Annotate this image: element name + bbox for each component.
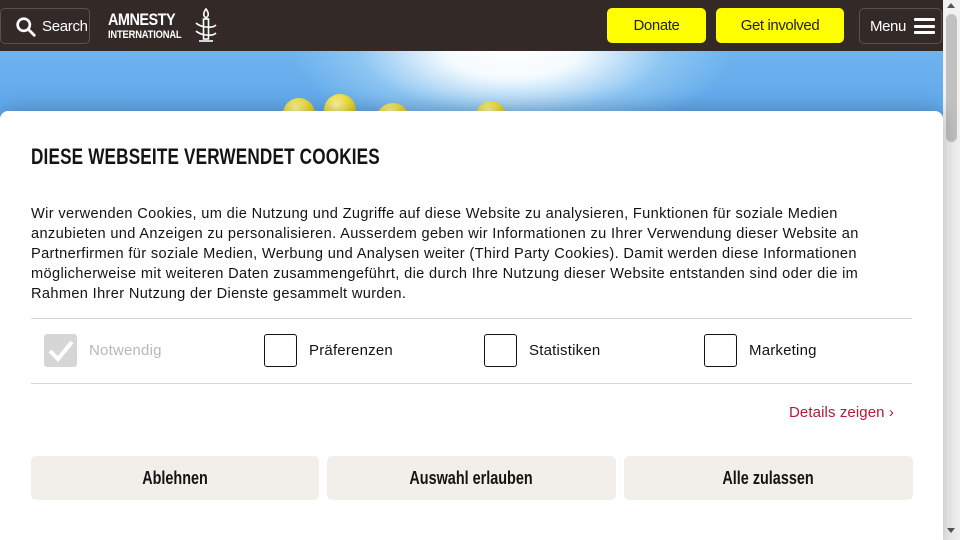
details-label: Details zeigen [789,404,885,421]
option-label: Statistiken [529,342,601,359]
candle-icon [195,7,217,42]
checkbox-statistics[interactable] [484,334,517,367]
reject-button[interactable]: Ablehnen [31,456,319,500]
dialog-title: DIESE WEBSEITE VERWENDET COOKIES [31,144,380,169]
checkbox-preferences[interactable] [264,334,297,367]
search-icon [16,16,36,37]
cookie-consent-dialog: DIESE WEBSEITE VERWENDET COOKIES Wir ver… [0,111,943,540]
logo-text-line2: INTERNATIONAL [108,29,182,41]
option-marketing[interactable]: Marketing [704,334,817,367]
option-necessary[interactable]: Notwendig [44,334,162,367]
site-header: Search AMNESTY INTERNATIONAL Donate Get … [0,0,943,51]
search-label: Search [42,17,88,35]
donate-button[interactable]: Donate [607,8,706,43]
menu-button[interactable]: Menu [859,8,942,44]
show-details-link[interactable]: Details zeigen › [789,404,894,421]
scroll-up-arrow-icon[interactable] [947,3,955,8]
allow-selection-button-label: Auswahl erlauben [409,467,534,488]
hamburger-icon [913,18,935,34]
amnesty-logo[interactable]: AMNESTY INTERNATIONAL [108,7,220,44]
divider [31,383,912,384]
search-button[interactable]: Search [0,8,90,44]
scroll-thumb[interactable] [946,14,957,142]
option-label: Notwendig [89,342,162,359]
option-preferences[interactable]: Präferenzen [264,334,393,367]
allow-all-button[interactable]: Alle zulassen [624,456,913,500]
logo-text-line1: AMNESTY [108,10,176,29]
divider [31,318,912,319]
get-involved-button[interactable]: Get involved [716,8,844,43]
allow-selection-button[interactable]: Auswahl erlauben [327,456,616,500]
page-scrollbar[interactable] [943,0,960,540]
checkbox-marketing[interactable] [704,334,737,367]
menu-label: Menu [870,17,906,35]
dialog-description: Wir verwenden Cookies, um die Nutzung un… [31,206,859,302]
option-label: Präferenzen [309,342,393,359]
option-statistics[interactable]: Statistiken [484,334,600,367]
checkmark-icon [48,340,74,362]
reject-button-label: Ablehnen [142,467,208,488]
chevron-right-icon: › [888,404,895,421]
scroll-down-arrow-icon[interactable] [947,528,955,533]
checkbox-necessary [44,334,77,367]
allow-all-button-label: Alle zulassen [722,467,815,488]
option-label: Marketing [749,342,817,359]
